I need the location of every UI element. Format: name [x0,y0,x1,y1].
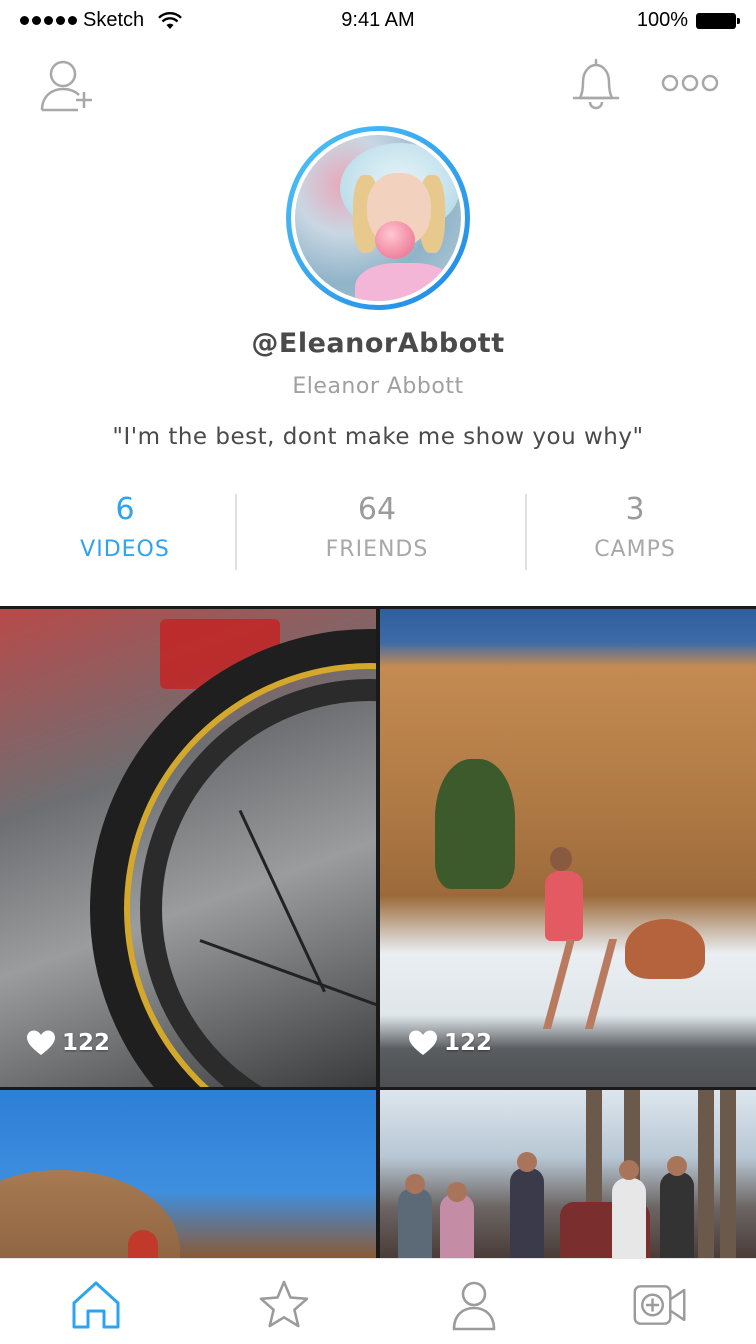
video-likes: 122 [26,1029,110,1057]
stat-count: 3 [625,492,645,527]
avatar-photo [295,135,461,301]
bio: "I'm the best, dont make me show you why… [112,424,644,450]
video-tile[interactable] [0,1090,376,1258]
likes-count: 122 [444,1030,493,1056]
likes-count: 122 [62,1030,111,1056]
stat-friends[interactable]: 64 FRIENDS [290,490,464,570]
video-tile[interactable] [380,1090,756,1258]
stat-count: 64 [357,492,397,527]
heart-icon [27,1030,55,1055]
tab-home[interactable] [66,1277,126,1333]
heart-icon [409,1030,437,1055]
stat-camps[interactable]: 3 CAMPS [560,490,710,570]
avatar[interactable] [286,126,470,310]
stat-label: FRIENDS [325,537,429,562]
battery-icon [696,11,740,31]
video-grid: 122 122 [0,606,756,1258]
battery-percent: 100% [636,9,688,31]
tab-bar [0,1258,756,1344]
video-tile[interactable]: 122 [380,609,756,1087]
star-icon [259,1280,309,1328]
tab-favorites[interactable] [254,1277,314,1333]
username: @EleanorAbbott [251,328,505,359]
bell-icon[interactable] [568,56,624,112]
stat-videos[interactable]: 6 VIDEOS [40,490,210,570]
tab-profile[interactable] [444,1277,504,1333]
stat-divider [235,494,237,570]
video-add-icon [633,1285,686,1325]
profile-icon [452,1281,496,1331]
more-icon[interactable] [660,70,720,96]
tab-record[interactable] [630,1277,690,1333]
profile-stats: 6 VIDEOS 64 FRIENDS 3 CAMPS [0,490,756,572]
stat-divider [525,494,527,570]
status-bar: Sketch 9:41 AM 100% [0,0,756,42]
full-name: Eleanor Abbott [292,374,464,399]
add-user-icon[interactable] [38,56,96,114]
stat-label: VIDEOS [80,537,170,562]
video-tile[interactable]: 122 [0,609,376,1087]
home-icon [72,1281,120,1329]
status-right: 100% [637,9,740,32]
stat-count: 6 [115,492,135,527]
stat-label: CAMPS [594,537,676,562]
video-likes: 122 [408,1029,492,1057]
